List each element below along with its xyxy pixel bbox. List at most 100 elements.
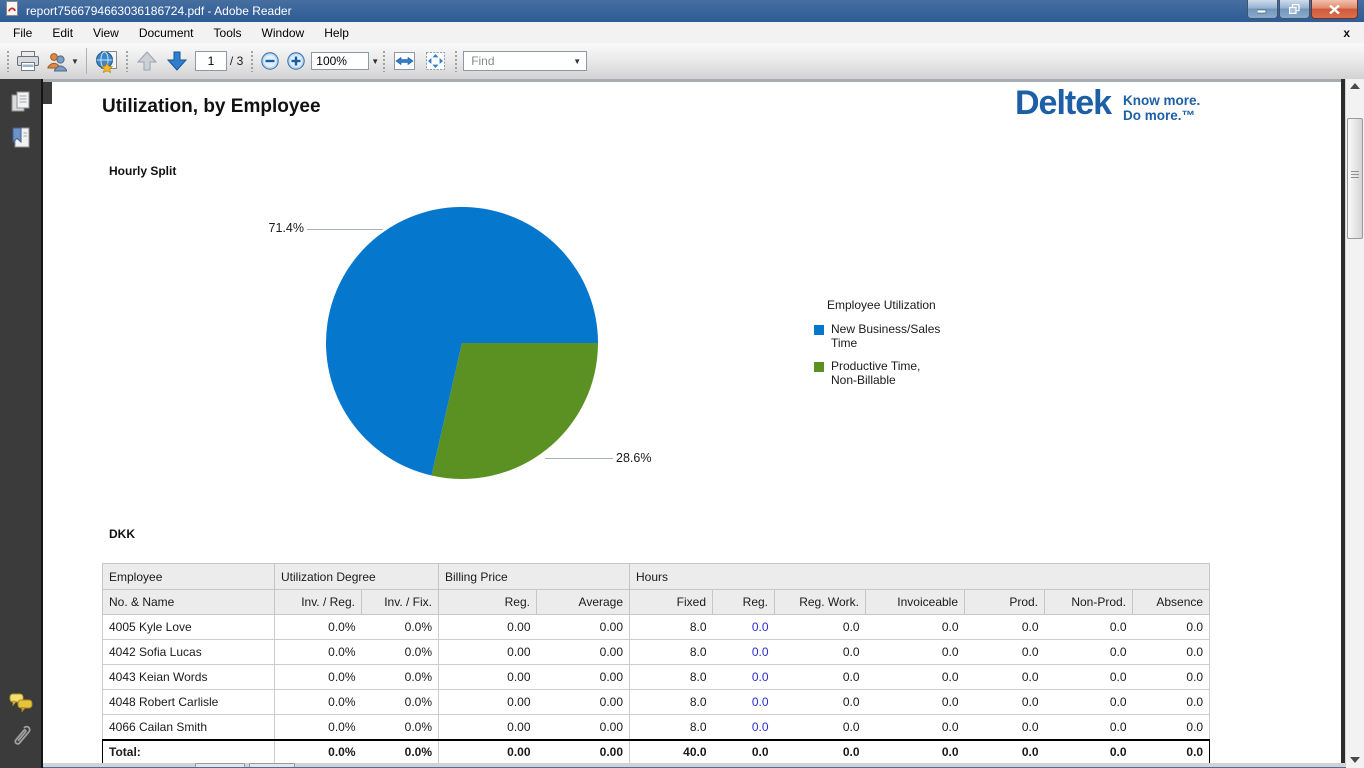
vertical-scrollbar[interactable] <box>1345 79 1364 768</box>
table-cell: 0.0 <box>713 690 775 715</box>
toolbar-separator <box>86 48 87 74</box>
table-column-header: Inv. / Fix. <box>362 590 439 615</box>
table-column-header: Absence <box>1133 590 1210 615</box>
menu-item-window[interactable]: Window <box>252 24 315 42</box>
table-column-header: Reg. <box>713 590 775 615</box>
employee-name: Kyle Love <box>139 620 192 634</box>
table-cell: 0.0% <box>275 640 362 665</box>
toolbar-grip[interactable] <box>454 50 458 72</box>
close-button[interactable] <box>1311 0 1358 19</box>
table-row: 4005Kyle Love0.0%0.0%0.000.008.00.00.00.… <box>103 615 1210 640</box>
table-cell: 0.0 <box>713 615 775 640</box>
table-cell: 0.00 <box>439 665 537 690</box>
table-body: 4005Kyle Love0.0%0.0%0.000.008.00.00.00.… <box>103 615 1210 765</box>
table-row: 4042Sofia Lucas0.0%0.0%0.000.008.00.00.0… <box>103 640 1210 665</box>
web-capture-button[interactable] <box>91 48 122 75</box>
toolbar: ▼ / 3 <box>0 43 1364 80</box>
find-input[interactable] <box>469 53 571 69</box>
menu-item-edit[interactable]: Edit <box>42 24 83 42</box>
down-arrow-icon <box>165 50 189 72</box>
table-group-header: Billing Price <box>439 564 630 590</box>
menu-item-tools[interactable]: Tools <box>204 24 252 42</box>
table-cell: 0.0 <box>965 715 1045 741</box>
legend-swatch <box>814 362 824 372</box>
table-column-header: Invoiceable <box>866 590 965 615</box>
restore-button[interactable] <box>1279 0 1310 19</box>
report-title: Utilization, by Employee <box>102 96 321 118</box>
page-number-input[interactable] <box>195 51 227 71</box>
table-cell: 0.0 <box>866 715 965 741</box>
document-close-icon[interactable]: x <box>1343 26 1350 40</box>
zoom-level-select[interactable]: 100% <box>311 52 369 70</box>
collaborate-button[interactable]: ▼ <box>43 49 82 74</box>
table-cell: 0.0% <box>275 615 362 640</box>
table-cell: 0.0 <box>866 615 965 640</box>
previous-page-button[interactable] <box>132 48 162 74</box>
table-cell: 0.0 <box>775 690 866 715</box>
table-column-header: Prod. <box>965 590 1045 615</box>
callout-leader-line <box>307 229 383 230</box>
chevron-down-icon[interactable]: ▼ <box>573 57 581 66</box>
toolbar-grip[interactable] <box>250 50 254 72</box>
table-cell: 0.0% <box>362 640 439 665</box>
print-button[interactable] <box>13 48 43 74</box>
minimize-button[interactable] <box>1247 0 1278 19</box>
find-box: ▼ <box>463 51 587 71</box>
table-cell: 0.0 <box>1133 640 1210 665</box>
chevron-down-icon[interactable]: ▼ <box>371 57 379 66</box>
pie-chart <box>326 207 598 479</box>
chart-section-heading: Hourly Split <box>109 164 176 178</box>
zoom-out-button[interactable] <box>257 49 283 73</box>
pages-panel-button[interactable] <box>9 89 33 115</box>
scroll-up-icon[interactable] <box>1350 83 1360 89</box>
table-cell: 0.0 <box>866 665 965 690</box>
legend-swatch <box>814 325 824 335</box>
toolbar-grip[interactable] <box>6 50 10 72</box>
toolbar-grip[interactable] <box>382 50 386 72</box>
table-cell: 0.0 <box>713 665 775 690</box>
table-cell: 40.0 <box>630 740 713 764</box>
scrollbar-thumb[interactable] <box>1347 118 1363 239</box>
table-column-header: Fixed <box>630 590 713 615</box>
pdf-page: Utilization, by Employee Deltek Know mor… <box>43 82 1341 768</box>
pages-icon <box>10 90 32 114</box>
fit-width-button[interactable] <box>389 48 420 74</box>
bottom-strip <box>43 763 1346 768</box>
zoom-in-icon <box>286 51 306 71</box>
bookmarks-panel-button[interactable] <box>9 125 33 151</box>
next-page-button[interactable] <box>162 48 192 74</box>
attachments-panel-button[interactable] <box>9 725 33 751</box>
table-cell: 0.0% <box>362 690 439 715</box>
table-group-header: Hours <box>630 564 1210 590</box>
navigation-pane <box>0 79 43 768</box>
legend-label: New Business/Sales Time <box>831 322 946 350</box>
fit-page-button[interactable] <box>420 48 451 74</box>
scroll-down-icon[interactable] <box>1350 757 1360 763</box>
menu-item-help[interactable]: Help <box>314 24 359 42</box>
toolbar-grip[interactable] <box>125 50 129 72</box>
table-cell: 0.0% <box>362 615 439 640</box>
table-cell: 0.0 <box>1045 740 1133 764</box>
legend-label: Productive Time, Non-Billable <box>831 359 946 387</box>
globe-page-icon <box>94 50 119 73</box>
menu-item-document[interactable]: Document <box>129 24 204 42</box>
table-cell: 0.0 <box>1045 615 1133 640</box>
titlebar: report7566794663036186724.pdf - Adobe Re… <box>0 0 1364 23</box>
fit-width-icon <box>392 50 417 72</box>
bottom-strip-box <box>195 763 245 767</box>
deltek-tagline: Know more. Do more.™ <box>1123 94 1200 123</box>
table-column-header: Inv. / Reg. <box>275 590 362 615</box>
employee-name: Cailan Smith <box>139 720 207 734</box>
table-cell: 0.0 <box>1045 690 1133 715</box>
table-cell: 0.00 <box>439 615 537 640</box>
chevron-down-icon: ▼ <box>71 57 79 66</box>
table-cell: 0.0% <box>275 690 362 715</box>
menu-item-file[interactable]: File <box>3 24 42 42</box>
comments-panel-button[interactable] <box>9 689 33 715</box>
table-cell: 8.0 <box>630 690 713 715</box>
zoom-in-button[interactable] <box>283 49 309 73</box>
table-cell: 0.00 <box>537 690 630 715</box>
menu-item-view[interactable]: View <box>83 24 129 42</box>
table-cell: 0.0 <box>775 715 866 741</box>
table-cell: 8.0 <box>630 665 713 690</box>
